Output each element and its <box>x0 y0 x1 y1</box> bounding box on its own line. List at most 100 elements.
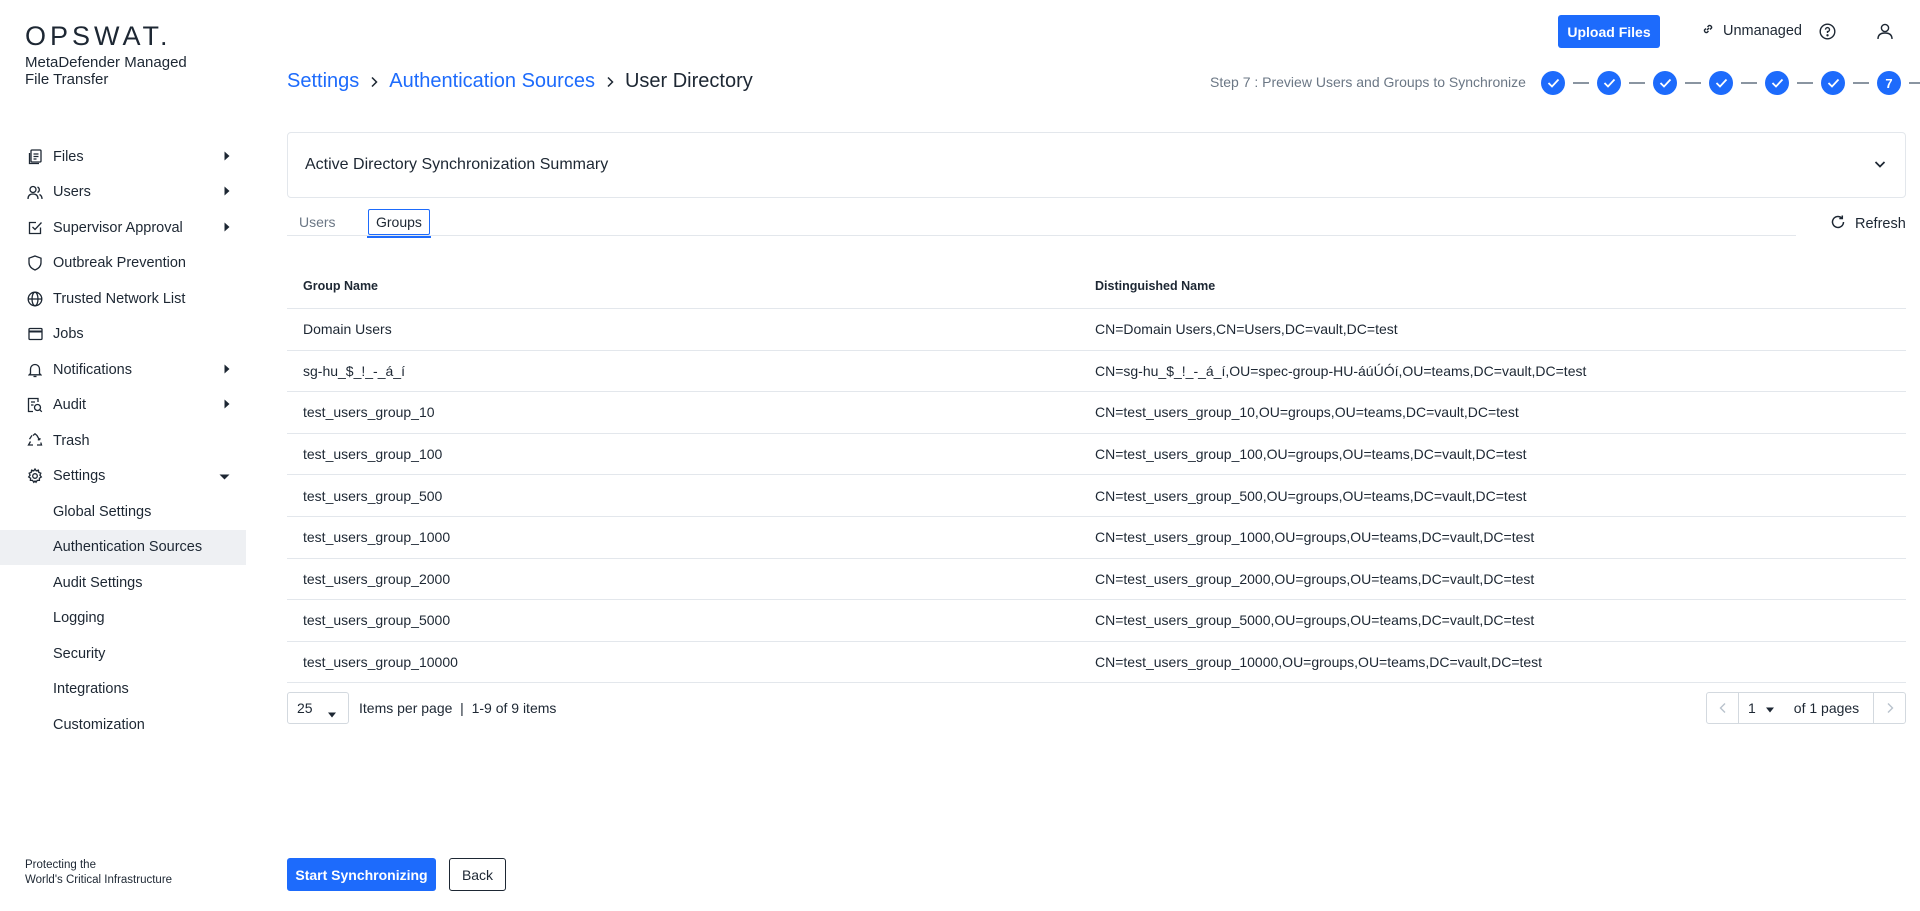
group-name-cell: test_users_group_500 <box>303 487 443 504</box>
sidebar-item-label: Supervisor Approval <box>53 219 183 236</box>
breadcrumb-authentication-sources[interactable]: Authentication Sources <box>389 70 595 93</box>
sidebar-item-supervisor-approval[interactable]: Supervisor Approval <box>0 210 246 246</box>
upload-files-button[interactable]: Upload Files <box>1558 15 1660 48</box>
sidebar-subitem-integrations[interactable]: Integrations <box>0 672 246 708</box>
sidebar-nav: Files Users Supervisor Approval Outbreak Pr… <box>0 139 246 743</box>
stepper-connector <box>1573 82 1589 84</box>
tab-users[interactable]: Users <box>292 209 343 235</box>
table-row[interactable]: test_users_group_500 CN=test_users_group_… <box>287 475 1906 517</box>
group-name-cell: test_users_group_10000 <box>303 654 458 671</box>
help-icon[interactable] <box>1819 23 1836 45</box>
refresh-icon <box>1830 214 1846 234</box>
link-icon <box>1701 22 1715 40</box>
breadcrumb: Settings Authentication Sources User Dir… <box>287 70 753 93</box>
sidebar: OPSWAT. MetaDefender Managed File Transf… <box>0 0 246 911</box>
page-count-label: of 1 pages <box>1793 700 1860 716</box>
table-row[interactable]: test_users_group_2000 CN=test_users_group… <box>287 559 1906 601</box>
product-name: MetaDefender Managed File Transfer <box>25 54 187 88</box>
table-body: Domain Users CN=Domain Users,CN=Users,DC=… <box>287 309 1906 684</box>
tagline-line-2: World's Critical Infrastructure <box>25 874 173 886</box>
jobs-icon <box>27 326 43 342</box>
sidebar-item-trusted-network-list[interactable]: Trusted Network List <box>0 281 246 317</box>
distinguished-name-cell: CN=test_users_group_5000,OU=groups,OU=te… <box>1095 612 1535 629</box>
sidebar-item-label: Outbreak Prevention <box>53 255 186 272</box>
step-complete-check-icon <box>1653 71 1677 95</box>
back-button[interactable]: Back <box>449 858 506 891</box>
sidebar-item-trash[interactable]: Trash <box>0 423 246 459</box>
sidebar-item-jobs[interactable]: Jobs <box>0 317 246 353</box>
distinguished-name-cell: CN=test_users_group_100,OU=groups,OU=tea… <box>1095 446 1527 463</box>
previous-page-button[interactable] <box>1707 693 1739 723</box>
sidebar-subitem-authentication-sources[interactable]: Authentication Sources <box>0 529 246 565</box>
users-icon <box>27 184 43 200</box>
tabs: Users Groups <box>287 207 1796 238</box>
sidebar-item-users[interactable]: Users <box>0 175 246 211</box>
table-row[interactable]: test_users_group_5000 CN=test_users_group… <box>287 600 1906 642</box>
sidebar-item-audit[interactable]: Audit <box>0 388 246 424</box>
group-name-cell: test_users_group_5000 <box>303 612 451 629</box>
chevron-right-icon <box>605 76 615 88</box>
logo[interactable]: OPSWAT. MetaDefender Managed File Transf… <box>25 22 215 88</box>
sidebar-item-outbreak-prevention[interactable]: Outbreak Prevention <box>0 246 246 282</box>
stepper-connector <box>1629 82 1645 84</box>
start-synchronizing-button[interactable]: Start Synchronizing <box>287 858 436 891</box>
sidebar-subitem-security[interactable]: Security <box>0 636 246 672</box>
stepper-connector <box>1853 82 1869 84</box>
page-title: User Directory <box>624 70 753 92</box>
step-complete-check-icon <box>1541 71 1565 95</box>
column-header-distinguished-name[interactable]: Distinguished Name <box>1095 279 1906 293</box>
user-account-icon[interactable] <box>1876 22 1894 45</box>
step-complete-check-icon <box>1765 71 1789 95</box>
distinguished-name-cell: CN=test_users_group_500,OU=groups,OU=tea… <box>1095 487 1527 504</box>
group-name-cell: test_users_group_10 <box>303 404 435 421</box>
sidebar-subitem-audit-settings[interactable]: Audit Settings <box>0 565 246 601</box>
page-select[interactable]: 1 <box>1748 700 1775 716</box>
group-name-cell: test_users_group_2000 <box>303 570 451 587</box>
files-icon <box>27 149 43 165</box>
group-name-cell: sg-hu_$_!_-_á_í <box>303 362 405 379</box>
sidebar-item-files[interactable]: Files <box>0 139 246 175</box>
items-per-page-select[interactable]: 25 <box>287 692 349 724</box>
table-row[interactable]: test_users_group_10000 CN=test_users_grou… <box>287 642 1906 684</box>
bell-icon <box>27 362 43 378</box>
audit-icon <box>27 397 43 413</box>
caret-right-icon <box>224 362 230 378</box>
stepper-connector <box>1685 82 1701 84</box>
sidebar-item-notifications[interactable]: Notifications <box>0 352 246 388</box>
table-row[interactable]: Domain Users CN=Domain Users,CN=Users,DC=… <box>287 309 1906 351</box>
group-name-cell: test_users_group_100 <box>303 446 443 463</box>
sidebar-item-label: Users <box>53 184 91 201</box>
distinguished-name-cell: CN=test_users_group_1000,OU=groups,OU=te… <box>1095 529 1535 546</box>
unmanaged-label: Unmanaged <box>1723 23 1802 39</box>
step-complete-check-icon <box>1709 71 1733 95</box>
stepper-connector <box>1797 82 1813 84</box>
tab-groups[interactable]: Groups <box>367 209 431 238</box>
table-row[interactable]: test_users_group_1000 CN=test_users_group… <box>287 517 1906 559</box>
table-row[interactable]: test_users_group_100 CN=test_users_group_… <box>287 434 1906 476</box>
table-row[interactable]: sg-hu_$_!_-_á_í CN=sg-hu_$_!_-_á_í,OU=spe… <box>287 351 1906 393</box>
sidebar-subitem-logging[interactable]: Logging <box>0 601 246 637</box>
distinguished-name-cell: CN=Domain Users,CN=Users,DC=vault,DC=tes… <box>1095 321 1398 338</box>
next-page-button[interactable] <box>1873 693 1905 723</box>
sidebar-item-label: Settings <box>53 468 106 485</box>
sync-summary-panel[interactable]: Active Directory Synchronization Summary <box>287 132 1906 198</box>
step-current: 7 <box>1877 71 1901 95</box>
sidebar-subitem-customization[interactable]: Customization <box>0 707 246 743</box>
breadcrumb-settings[interactable]: Settings <box>287 70 359 93</box>
table-row[interactable]: test_users_group_10 CN=test_users_group_1… <box>287 392 1906 434</box>
sidebar-item-settings[interactable]: Settings <box>0 459 246 495</box>
shield-icon <box>27 255 43 271</box>
tagline: Protecting the World's Critical Infrastr… <box>25 858 172 888</box>
step-complete-check-icon <box>1821 71 1845 95</box>
distinguished-name-cell: CN=test_users_group_10,OU=groups,OU=team… <box>1095 404 1519 421</box>
chevron-down-icon[interactable] <box>1873 157 1887 176</box>
sidebar-subitem-global-settings[interactable]: Global Settings <box>0 494 246 530</box>
refresh-button[interactable]: Refresh <box>1830 214 1906 234</box>
unmanaged-status[interactable]: Unmanaged <box>1701 22 1802 40</box>
distinguished-name-cell: CN=sg-hu_$_!_-_á_í,OU=spec-group-HU-áúÚÓ… <box>1095 362 1587 379</box>
approval-icon <box>27 220 43 236</box>
column-header-group-name[interactable]: Group Name <box>287 279 1095 293</box>
chevron-right-icon <box>369 76 379 88</box>
groups-table: Group Name Distinguished Name Domain Use… <box>287 264 1906 684</box>
items-count-label: Items per page | 1-9 of 9 items <box>359 700 557 716</box>
